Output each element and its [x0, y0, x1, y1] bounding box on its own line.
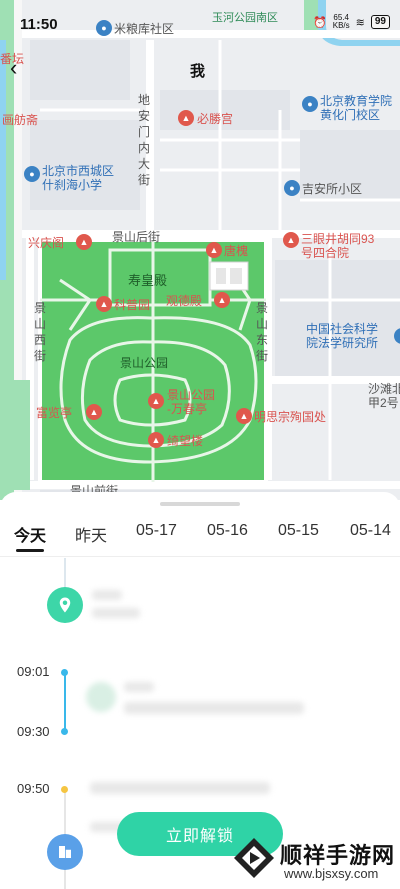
poi-label: 科普园 — [114, 298, 151, 312]
timeline-dot — [61, 728, 68, 735]
status-icons: ⏰ 65.4 KB/s ≋ 99 — [313, 14, 390, 30]
temple-icon: ▲ — [236, 408, 252, 424]
timeline-time: 09:50 — [17, 781, 50, 796]
battery-icon: 99 — [370, 15, 390, 29]
blurred-text — [124, 702, 304, 714]
residence-icon: ● — [284, 180, 300, 196]
poi-label: 北京教育学院 — [320, 94, 393, 108]
blurred-text — [90, 782, 270, 794]
watermark-logo — [234, 838, 274, 878]
poi-label: 中国社会科学 — [306, 322, 379, 336]
timeline-dot — [61, 786, 68, 793]
timeline-time: 09:01 — [17, 664, 50, 679]
tab-date[interactable]: 05-14 — [350, 522, 391, 540]
poi-label: 甲2号 — [368, 396, 399, 410]
network-speed: 65.4 KB/s — [333, 14, 350, 30]
tab-date[interactable]: 05-15 — [278, 522, 319, 540]
poi-label: 必勝宫 — [197, 112, 234, 126]
sheet-drag-handle[interactable] — [160, 502, 240, 506]
tab-yesterday[interactable]: 昨天 — [75, 522, 107, 546]
school-icon: ● — [24, 166, 40, 182]
street-label: 景山后街 — [112, 230, 161, 244]
poi-label: -万春亭 — [167, 402, 207, 416]
date-tabs: 今天 昨天 05-17 05-16 05-15 05-14 — [0, 522, 400, 558]
park-label: 景山公园 — [120, 356, 169, 370]
poi-label: 寿皇殿 — [128, 273, 168, 288]
divider — [0, 556, 400, 557]
poi-label: 富览亭 — [36, 406, 73, 420]
temple-icon: ▲ — [86, 404, 102, 420]
street-label: 地安门内大街 — [137, 93, 150, 187]
poi-label: 画舫斋 — [2, 113, 39, 127]
poi-label: 北京市西城区 — [42, 164, 115, 178]
bottom-sheet: 今天 昨天 05-17 05-16 05-15 05-14 09:01 09:3… — [0, 492, 400, 889]
poi-label: 黄化门校区 — [320, 108, 381, 122]
poi-label: 院法学研究所 — [306, 336, 379, 350]
building-icon — [47, 834, 83, 870]
poi-label: 观德殿 — [166, 294, 203, 308]
timeline-dot — [61, 669, 68, 676]
poi-label: 景山公园 — [167, 388, 216, 402]
poi-label: 号四合院 — [301, 246, 350, 260]
network-speed-unit: KB/s — [332, 21, 350, 30]
poi-label: 三眼井胡同93 — [301, 232, 375, 246]
timeline-time: 09:30 — [17, 724, 50, 739]
blurred-text — [124, 682, 154, 692]
wifi-icon: ≋ — [355, 16, 365, 29]
page-title: 我 — [190, 63, 206, 80]
poi-label: 明思宗殉国处 — [254, 410, 327, 424]
temple-icon: ▲ — [206, 242, 222, 258]
timeline-line — [64, 672, 66, 732]
temple-icon: ▲ — [76, 234, 92, 250]
tab-date[interactable]: 05-17 — [136, 522, 177, 540]
temple-icon: ▲ — [148, 393, 164, 409]
blurred-avatar — [86, 682, 116, 712]
poi-label: 绮望楼 — [167, 434, 204, 448]
temple-icon: ▲ — [178, 110, 194, 126]
watermark: 顺祥手游网 www.bjsxsy.com — [232, 832, 400, 889]
school-icon: ● — [302, 96, 318, 112]
status-bar: 11:50 ⏰ 65.4 KB/s ≋ 99 — [0, 0, 400, 44]
active-tab-indicator — [16, 549, 44, 552]
watermark-url: www.bjsxsy.com — [284, 866, 379, 881]
temple-icon: ▲ — [96, 296, 112, 312]
map-view[interactable]: ● 米粮库社区 玉河公园南区 ▲ 必勝宫 画舫斋 ● 北京教育学院 黄化门校区 … — [0, 0, 400, 500]
status-time: 11:50 — [20, 16, 58, 33]
poi-label: 兴庆阁 — [28, 236, 65, 250]
poi-label: 唐槐 — [224, 244, 249, 258]
temple-icon: ▲ — [148, 432, 164, 448]
poi-label: 吉安所小区 — [302, 182, 363, 196]
street-label: 景山西街 — [33, 301, 46, 363]
back-button[interactable]: ‹ — [10, 57, 17, 79]
location-pin-icon — [47, 587, 83, 623]
temple-icon: ▲ — [214, 292, 230, 308]
temple-icon: ▲ — [283, 232, 299, 248]
blurred-text — [92, 608, 140, 618]
tab-date[interactable]: 05-16 — [207, 522, 248, 540]
poi-label: 沙滩北 — [368, 382, 400, 396]
street-label: 景山东街 — [255, 301, 268, 363]
poi-label: 什刹海小学 — [42, 178, 103, 192]
tab-today[interactable]: 今天 — [14, 522, 46, 546]
blurred-text — [92, 590, 122, 600]
alarm-icon: ⏰ — [313, 16, 327, 29]
